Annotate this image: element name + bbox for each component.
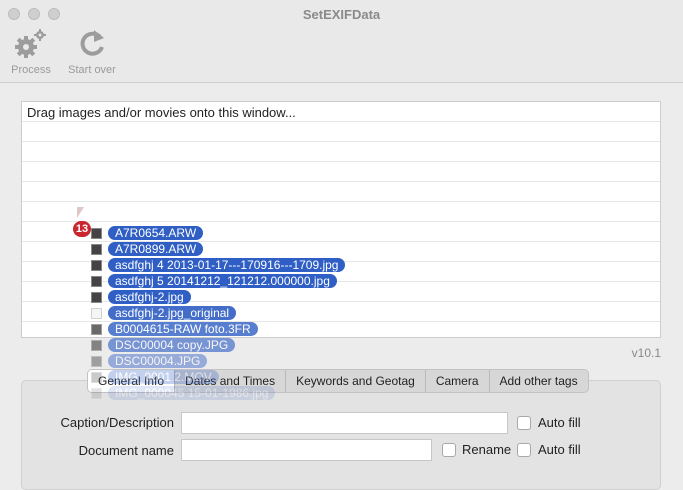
tab-keywords-and-geotag[interactable]: Keywords and Geotag (286, 370, 426, 392)
caption-label: Caption/Description (60, 415, 174, 430)
list-row (22, 262, 660, 282)
gears-icon (15, 29, 46, 58)
drag-file-name: DSC00004.JPG (108, 354, 208, 368)
drop-area[interactable]: Drag images and/or movies onto this wind… (21, 101, 661, 338)
list-row (22, 282, 660, 302)
list-row (22, 122, 660, 142)
rename-checkbox[interactable] (442, 443, 456, 457)
tab-add-other-tags[interactable]: Add other tags (490, 370, 588, 392)
list-row (22, 302, 660, 322)
process-label: Process (11, 64, 51, 76)
settings-panel: Caption/Description Auto fill Document n… (21, 380, 661, 490)
list-row: Drag images and/or movies onto this wind… (22, 102, 660, 122)
document-name-input[interactable] (181, 439, 432, 461)
list-row (22, 202, 660, 222)
tab-general-info[interactable]: General Info (88, 370, 176, 392)
tab-dates-and-times[interactable]: Dates and Times (175, 370, 287, 392)
list-row (22, 162, 660, 182)
document-auto-fill-checkbox[interactable] (517, 443, 531, 457)
drag-item: DSC00004.JPG (91, 353, 208, 369)
tab-camera[interactable]: Camera (426, 370, 490, 392)
version-label: v10.1 (631, 346, 661, 360)
list-row (22, 322, 660, 342)
drop-prompt: Drag images and/or movies onto this wind… (27, 105, 296, 120)
document-name-label: Document name (78, 443, 174, 458)
rename-label: Rename (462, 442, 512, 457)
start-over-label: Start over (68, 64, 116, 76)
list-row (22, 182, 660, 202)
caption-input[interactable] (181, 412, 508, 434)
list-row (22, 222, 660, 242)
caption-auto-fill-checkbox[interactable] (517, 416, 531, 430)
list-row (22, 242, 660, 262)
window-title: SetEXIFData (302, 7, 381, 22)
window-titlebar: SetEXIFData Process Start over (0, 0, 683, 83)
start-over-button[interactable]: Start over (64, 28, 120, 76)
document-auto-fill-label: Auto fill (538, 442, 581, 457)
file-icon (91, 355, 102, 367)
caption-auto-fill-label: Auto fill (538, 415, 581, 430)
tab-bar: General Info Dates and Times Keywords an… (87, 369, 589, 393)
list-row (22, 142, 660, 162)
refresh-icon (80, 30, 104, 56)
process-button[interactable]: Process (8, 28, 54, 76)
